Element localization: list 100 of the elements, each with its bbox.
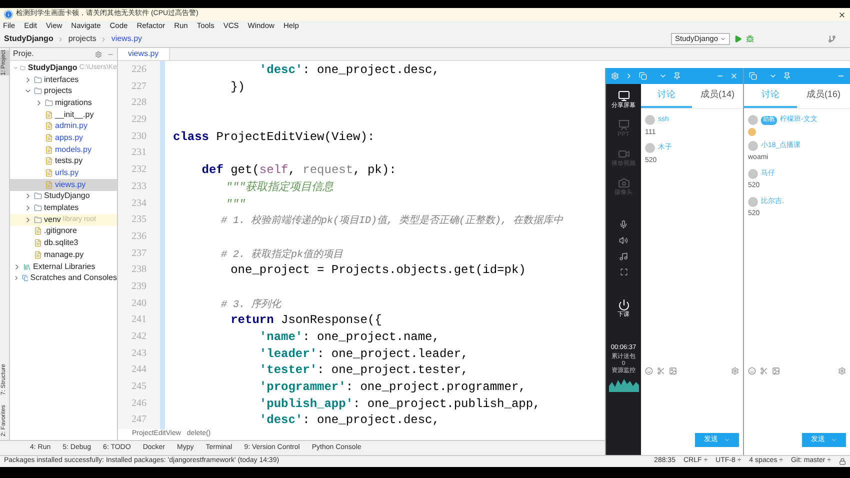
settings-icon[interactable] [838,367,846,375]
line-number: 233 [132,180,146,194]
line-number: 246 [132,396,146,411]
file-name[interactable]: .gitignore [44,225,77,238]
caret-icon[interactable] [720,36,726,42]
code-line: return JsonResponse({ [230,312,382,330]
separator-icon [57,36,64,42]
chat-tab[interactable]: 成员(14) [692,84,743,108]
folder-name[interactable]: migrations [55,96,92,109]
pin-icon[interactable] [673,72,681,80]
expand-icon[interactable] [24,216,32,224]
file-icon [45,110,53,119]
pin-icon[interactable] [783,72,791,80]
code-line: 'publish_app': one_project.publish_app, [258,396,540,412]
file-name[interactable]: urls.py [55,167,79,180]
debug-icon[interactable] [746,35,754,43]
line-number: 245 [132,380,146,394]
scissors-icon[interactable] [657,367,665,375]
file-name[interactable]: apps.py [55,132,84,144]
power-icon [618,299,630,311]
user-avatar [748,168,758,179]
breadcrumb-item[interactable]: projects [68,33,96,45]
info-icon [4,10,13,19]
file-icon [45,180,53,189]
line-number: 244 [132,363,146,378]
folder-name[interactable]: StudyDjango [44,190,90,202]
line-number: 227 [132,80,146,94]
code-line: # 1. 校验前端传递的pk(项目ID)值, 类型是否正确(正整数), 在数据库中 [220,214,564,230]
file-name[interactable]: db.sqlite3 [44,237,78,250]
line-number: 228 [132,96,146,110]
line-number: 238 [132,263,146,278]
window-icon[interactable] [749,72,757,80]
folder-icon [34,87,42,96]
emoji-icon[interactable] [748,367,756,375]
caret-icon[interactable] [659,72,667,80]
lock-icon[interactable] [839,458,846,465]
file-icon [45,122,53,130]
panel-title[interactable]: Proje. [13,48,34,60]
code-line: 'desc': one_project.desc, [258,62,440,79]
settings-icon[interactable] [731,367,739,375]
tool-icon [618,119,630,131]
file-name[interactable]: manage.py [44,248,84,261]
folder-name[interactable]: venv [44,214,61,226]
folder-name[interactable]: templates [44,202,79,214]
vcs-icon[interactable] [828,35,836,43]
folder-icon [45,98,53,107]
folder-name[interactable]: StudyDjango [28,62,78,74]
code-line: }) [230,78,246,96]
line-number: 237 [132,246,146,261]
folder-name[interactable]: External Libraries [33,260,96,273]
expand-icon[interactable] [24,192,32,200]
code-line: # 2. 获取指定pk值的项目 [220,248,344,263]
tool-icon [618,177,630,189]
scratch-icon [22,274,28,282]
code-line: 'programmer': one_project.programmer, [258,379,526,396]
folder-icon [34,192,42,200]
scissors-icon[interactable] [760,367,768,375]
speaker-icon[interactable] [619,236,628,245]
editor-tab[interactable]: views.py [118,48,170,60]
code-line: 'tester': one_project.tester, [258,362,468,380]
run-icon[interactable] [734,35,742,43]
chat-tab[interactable]: 成员(16) [797,84,850,108]
expand-icon[interactable] [13,274,20,282]
file-name[interactable]: admin.py [55,120,88,132]
expand-icon[interactable] [35,98,43,107]
line-number: 242 [132,330,146,344]
file-icon [34,227,42,236]
image-icon[interactable] [669,367,677,375]
breadcrumb-item[interactable]: StudyDjango [4,33,54,45]
emoji-icon[interactable] [645,367,653,375]
close-icon[interactable] [838,10,846,18]
image-icon[interactable] [772,367,780,375]
folder-name[interactable]: interfaces [44,74,79,86]
selected-tree-row[interactable]: views.py [10,178,117,191]
expand-icon[interactable] [24,76,32,84]
file-icon [45,134,53,142]
folder-name[interactable]: projects [44,85,72,98]
settings-icon[interactable] [95,50,102,58]
window-icon[interactable] [639,72,647,80]
music-icon[interactable] [619,252,628,261]
file-name[interactable]: tests.py [55,155,83,168]
code-line: class ProjectEditView(View): [173,128,375,146]
code-line: """获取指定项目信息 [224,180,334,196]
caret-icon[interactable] [769,72,777,80]
folder-icon [34,216,42,224]
expand-icon[interactable] [13,262,21,271]
library-icon [23,262,31,271]
expand-icon[interactable] [24,204,32,212]
code-line: 'desc': one_project.desc, [258,412,440,430]
code-line: def get(self, request, pk): [200,162,396,179]
file-name[interactable]: models.py [55,144,92,156]
file-name[interactable]: __init__.py [55,108,94,121]
microphone-icon[interactable] [619,220,628,229]
line-number: 226 [132,63,146,77]
breadcrumb-item[interactable]: views.py [111,33,142,45]
line-number: 236 [132,230,146,244]
line-number: 234 [132,196,146,210]
fullscreen-icon[interactable] [620,268,628,276]
folder-name[interactable]: Scratches and Consoles [30,272,117,284]
file-name[interactable]: views.py [55,178,86,191]
